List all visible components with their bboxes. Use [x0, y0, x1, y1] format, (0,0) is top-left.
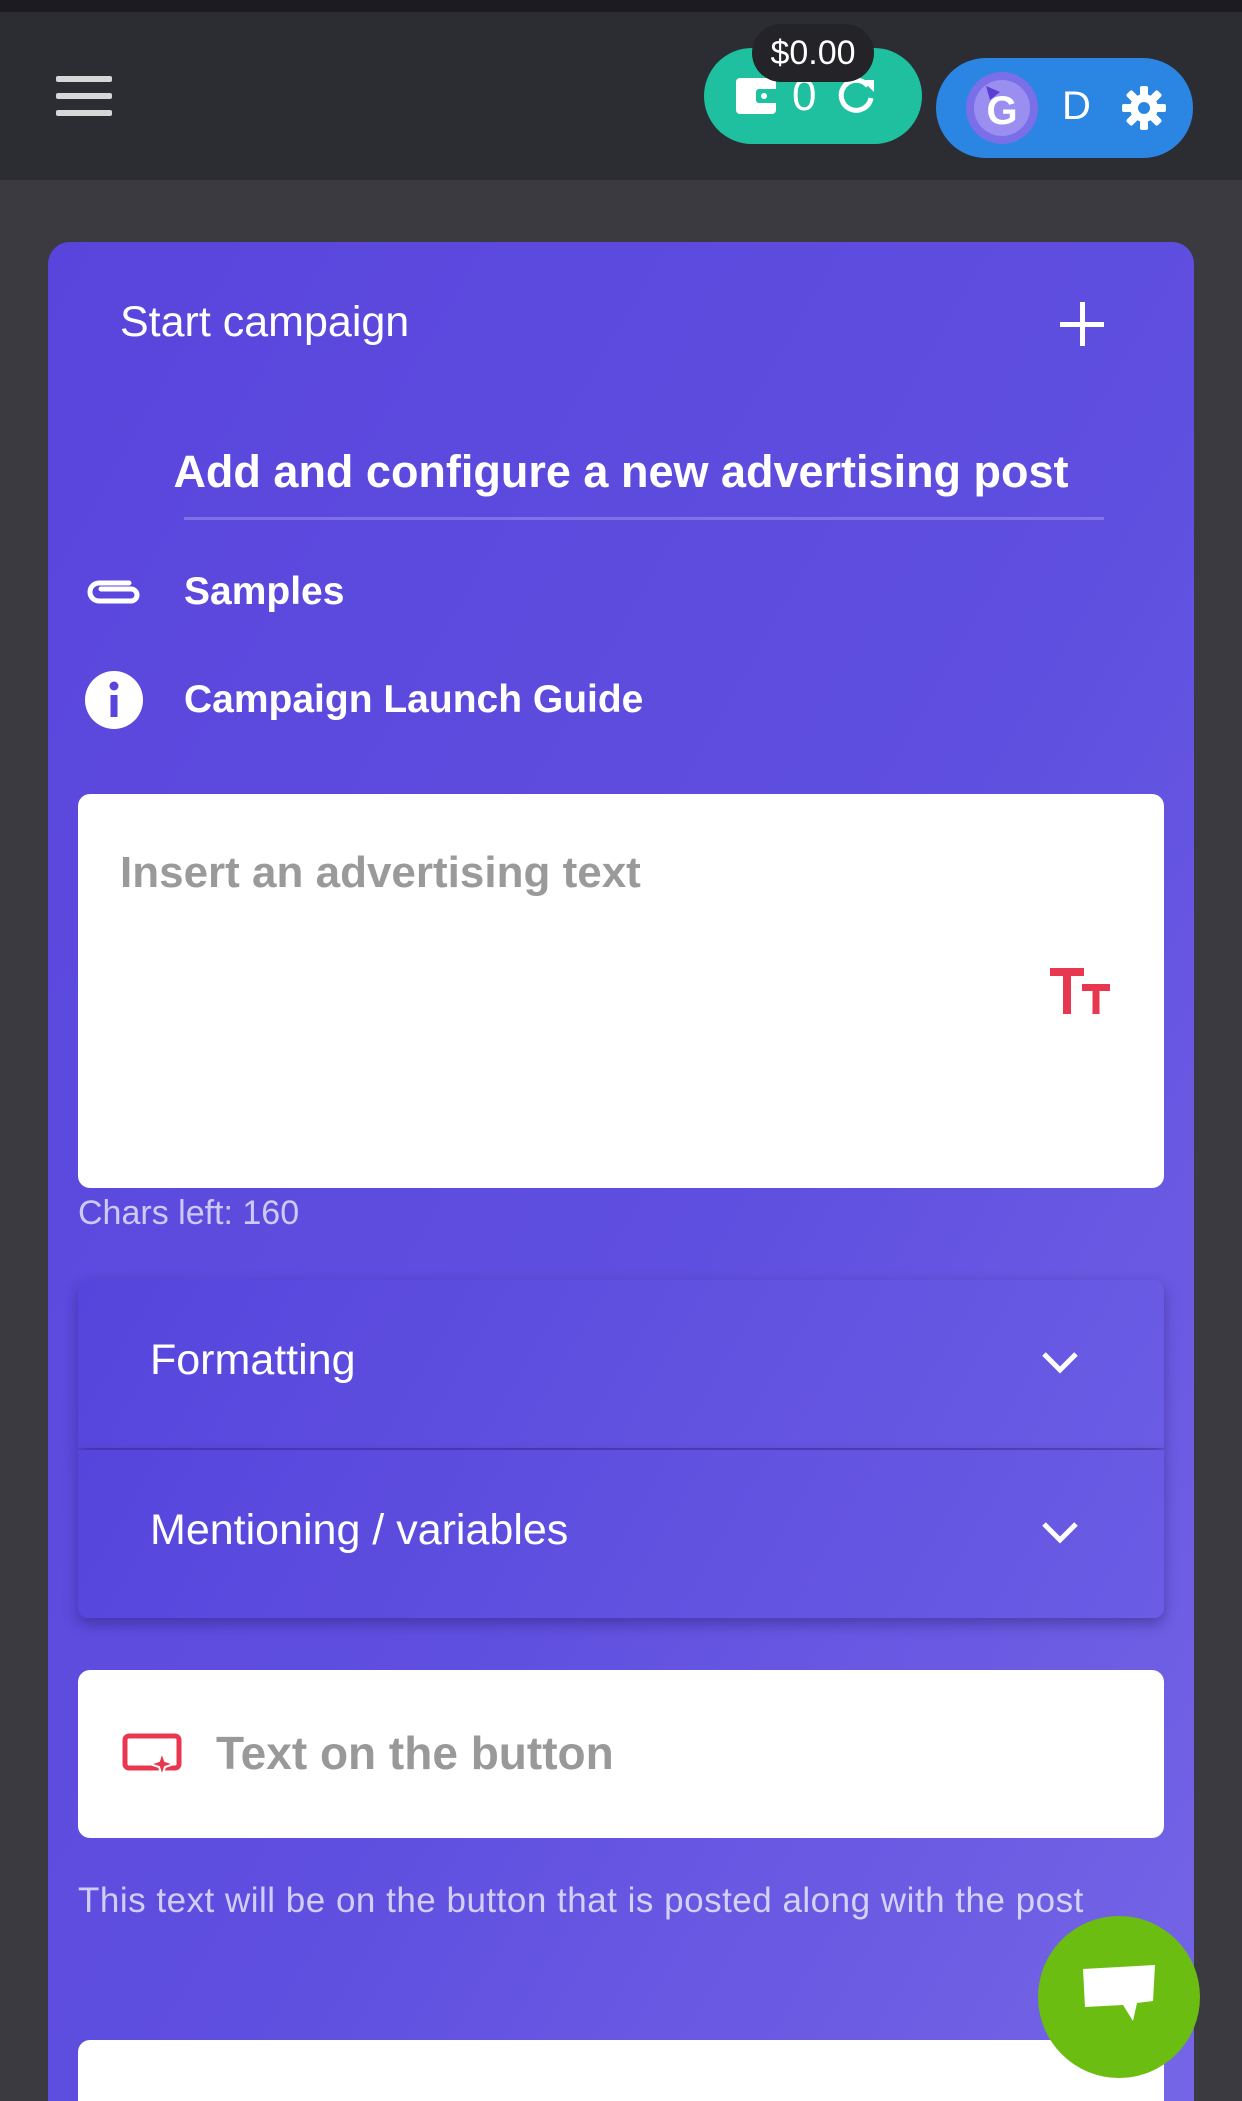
top-bar: 0 $0.00 G D — [0, 12, 1242, 180]
add-icon[interactable] — [1058, 300, 1108, 350]
guide-label: Campaign Launch Guide — [184, 678, 644, 721]
button-sparkle-icon — [122, 1733, 182, 1780]
paperclip-icon — [87, 580, 140, 604]
divider — [184, 517, 1104, 520]
text-size-icon[interactable] — [1048, 966, 1114, 1016]
chat-icon — [1083, 1965, 1155, 2021]
formatting-label: Formatting — [150, 1336, 356, 1384]
guide-link[interactable]: Campaign Launch Guide — [82, 668, 643, 732]
menu-icon[interactable] — [56, 76, 112, 120]
balance-tooltip: $0.00 — [752, 24, 874, 82]
campaign-card: Start campaign Add and configure a new a… — [48, 242, 1194, 2101]
next-input[interactable] — [78, 2040, 1164, 2101]
avatar-icon: G — [966, 72, 1038, 144]
formatting-accordion[interactable]: Formatting — [78, 1280, 1164, 1448]
button-text-placeholder: Text on the button — [216, 1727, 614, 1779]
mentioning-accordion[interactable]: Mentioning / variables — [78, 1450, 1164, 1618]
button-text-input[interactable]: Text on the button — [78, 1670, 1164, 1838]
samples-label: Samples — [184, 570, 345, 613]
chevron-down-icon — [1042, 1352, 1078, 1374]
status-strip — [0, 0, 1242, 12]
card-subtitle: Add and configure a new advertising post — [173, 446, 1069, 497]
user-initial: D — [1062, 84, 1091, 128]
button-text-hint: This text will be on the button that is … — [78, 1881, 1084, 1920]
samples-link[interactable]: Samples — [82, 560, 344, 624]
card-title: Start campaign — [120, 298, 410, 346]
wallet-icon — [736, 78, 780, 114]
chat-button[interactable] — [1038, 1916, 1200, 2078]
mentioning-label: Mentioning / variables — [150, 1506, 569, 1554]
info-icon — [85, 671, 143, 729]
profile-pill[interactable]: G D — [936, 58, 1193, 158]
ad-text-input[interactable]: Insert an advertising text — [78, 794, 1164, 1188]
ad-text-placeholder: Insert an advertising text — [120, 848, 641, 897]
avatar-letter: G — [986, 89, 1017, 133]
chevron-down-icon — [1042, 1522, 1078, 1544]
chars-left: Chars left: 160 — [78, 1194, 300, 1232]
gear-icon[interactable] — [1120, 84, 1168, 132]
